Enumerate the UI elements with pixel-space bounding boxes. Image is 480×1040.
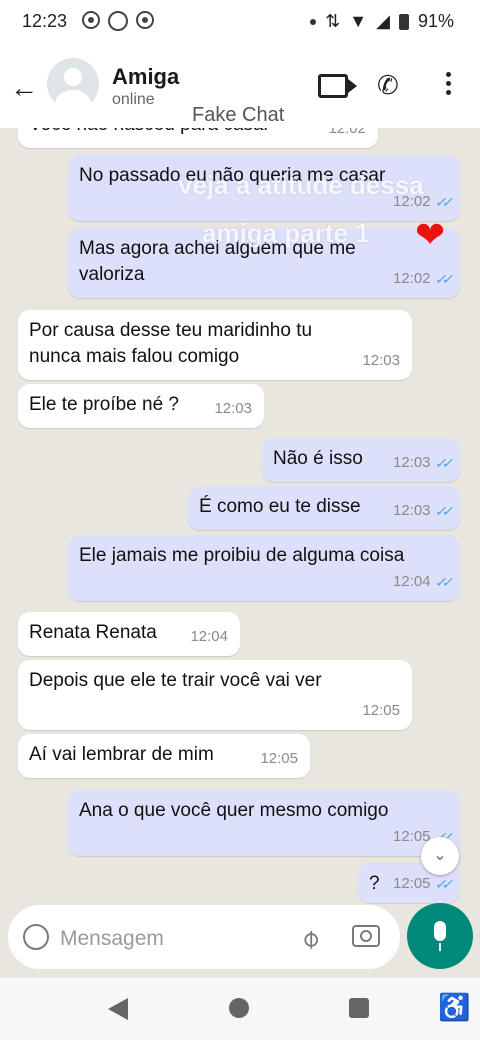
message-time: 12:02 (392, 270, 431, 287)
message-text: Por causa desse teu maridinho tu nunca m… (29, 320, 313, 367)
message-text: Depois que ele te trair você vai ver (29, 670, 322, 691)
read-ticks-icon: ✓✓ (434, 194, 454, 210)
message-time: 12:05 (362, 702, 400, 719)
battery-percent: 91% (417, 11, 454, 31)
message-bubble[interactable]: Por causa desse teu maridinho tu nunca m… (18, 310, 412, 380)
message-bubble[interactable]: Ele te proíbe né ? 12:03 (18, 384, 264, 428)
read-ticks-icon: ✓✓ (434, 574, 454, 590)
message-time: 12:04 (392, 573, 431, 590)
attachment-icon[interactable]: ⌀ (293, 922, 326, 955)
message-bubble[interactable]: Renata Renata 12:04 (18, 612, 240, 656)
message-time: 12:03 (362, 352, 400, 369)
message-text: Ana o que você quer mesmo comigo (79, 800, 389, 821)
contact-name[interactable]: Amiga (112, 64, 179, 90)
whatsapp-icon (108, 11, 128, 31)
more-options-icon[interactable] (446, 72, 452, 99)
back-arrow-icon[interactable]: ← (10, 72, 38, 104)
message-text: Ele jamais me proibiu de alguma coisa (79, 545, 405, 566)
data-arrows-icon: ⇅ (325, 11, 341, 31)
message-time: 12:02 (328, 128, 366, 137)
nav-back-icon[interactable] (108, 998, 128, 1020)
message-text: Você não nasceu para casar (29, 128, 270, 138)
heart-icon: ❤ (415, 214, 446, 255)
message-bubble[interactable]: É como eu te disse 12:03 ✓✓ (188, 486, 460, 530)
message-time: 12:03 (392, 454, 431, 471)
read-ticks-icon: ✓✓ (434, 271, 454, 287)
microphone-icon (434, 921, 446, 941)
message-bubble[interactable]: Não é isso 12:03 ✓✓ (262, 438, 460, 482)
record-icon (82, 11, 100, 29)
message-time: 12:03 (214, 400, 252, 417)
message-text: Ele te proíbe né ? (29, 394, 179, 415)
nav-recents-icon[interactable] (349, 998, 369, 1018)
message-text: É como eu te disse (199, 496, 361, 517)
accessibility-icon[interactable]: ♿ (438, 992, 470, 1023)
read-ticks-icon: ✓✓ (434, 455, 454, 471)
overlay-caption-line2: amiga parte 1 (202, 218, 370, 248)
status-bar: 12:23 ⇅ ▼ ◢ 91% (0, 0, 480, 44)
system-nav-bar: ♿ (0, 978, 480, 1040)
message-time: 12:05 (260, 750, 298, 767)
system-icons: ⇅ ▼ ◢ 91% (310, 11, 454, 32)
contact-avatar[interactable] (47, 58, 99, 110)
message-text: Não é isso (273, 448, 363, 469)
wifi-icon: ▼ (349, 11, 368, 31)
message-time: 12:05 (392, 875, 431, 892)
camera-icon[interactable] (352, 925, 380, 947)
watermark-label: Fake Chat (192, 104, 285, 126)
nav-home-icon[interactable] (229, 998, 249, 1018)
contact-status: online (112, 91, 155, 108)
overlay-caption-line1: veja a atitude dessa (178, 170, 424, 200)
notification-icons (82, 11, 154, 31)
message-input[interactable] (58, 924, 282, 954)
mic-button[interactable] (407, 903, 473, 969)
message-time: 12:03 (392, 502, 431, 519)
scroll-down-button[interactable]: ⌄ (421, 837, 459, 875)
read-ticks-icon: ✓✓ (434, 503, 454, 519)
chevron-double-down-icon: ⌄ (433, 847, 447, 864)
record-icon (136, 11, 154, 29)
signal-icon: ◢ (376, 11, 390, 31)
emoji-icon[interactable] (23, 924, 49, 950)
message-text: ? (369, 873, 380, 894)
message-bubble[interactable]: Ana o que você quer mesmo comigo 12:05✓✓ (68, 790, 460, 856)
video-call-icon[interactable] (318, 74, 357, 98)
message-text: Renata Renata (29, 622, 157, 643)
message-bubble[interactable]: Ele jamais me proibiu de alguma coisa 12… (68, 535, 460, 601)
battery-icon (398, 13, 409, 30)
notification-dot-icon (310, 18, 317, 25)
message-bubble[interactable]: Depois que ele te trair você vai ver 12:… (18, 660, 412, 730)
message-time: 12:04 (190, 628, 228, 645)
message-bubble[interactable]: Você não nasceu para casar 12:02 (18, 128, 378, 148)
message-bubble[interactable]: Aí vai lembrar de mim 12:05 (18, 734, 310, 778)
message-text: Aí vai lembrar de mim (29, 744, 214, 765)
phone-call-icon[interactable]: ✆ (377, 70, 399, 101)
status-time: 12:23 (22, 11, 68, 31)
message-composer: ⌀ (8, 905, 400, 969)
